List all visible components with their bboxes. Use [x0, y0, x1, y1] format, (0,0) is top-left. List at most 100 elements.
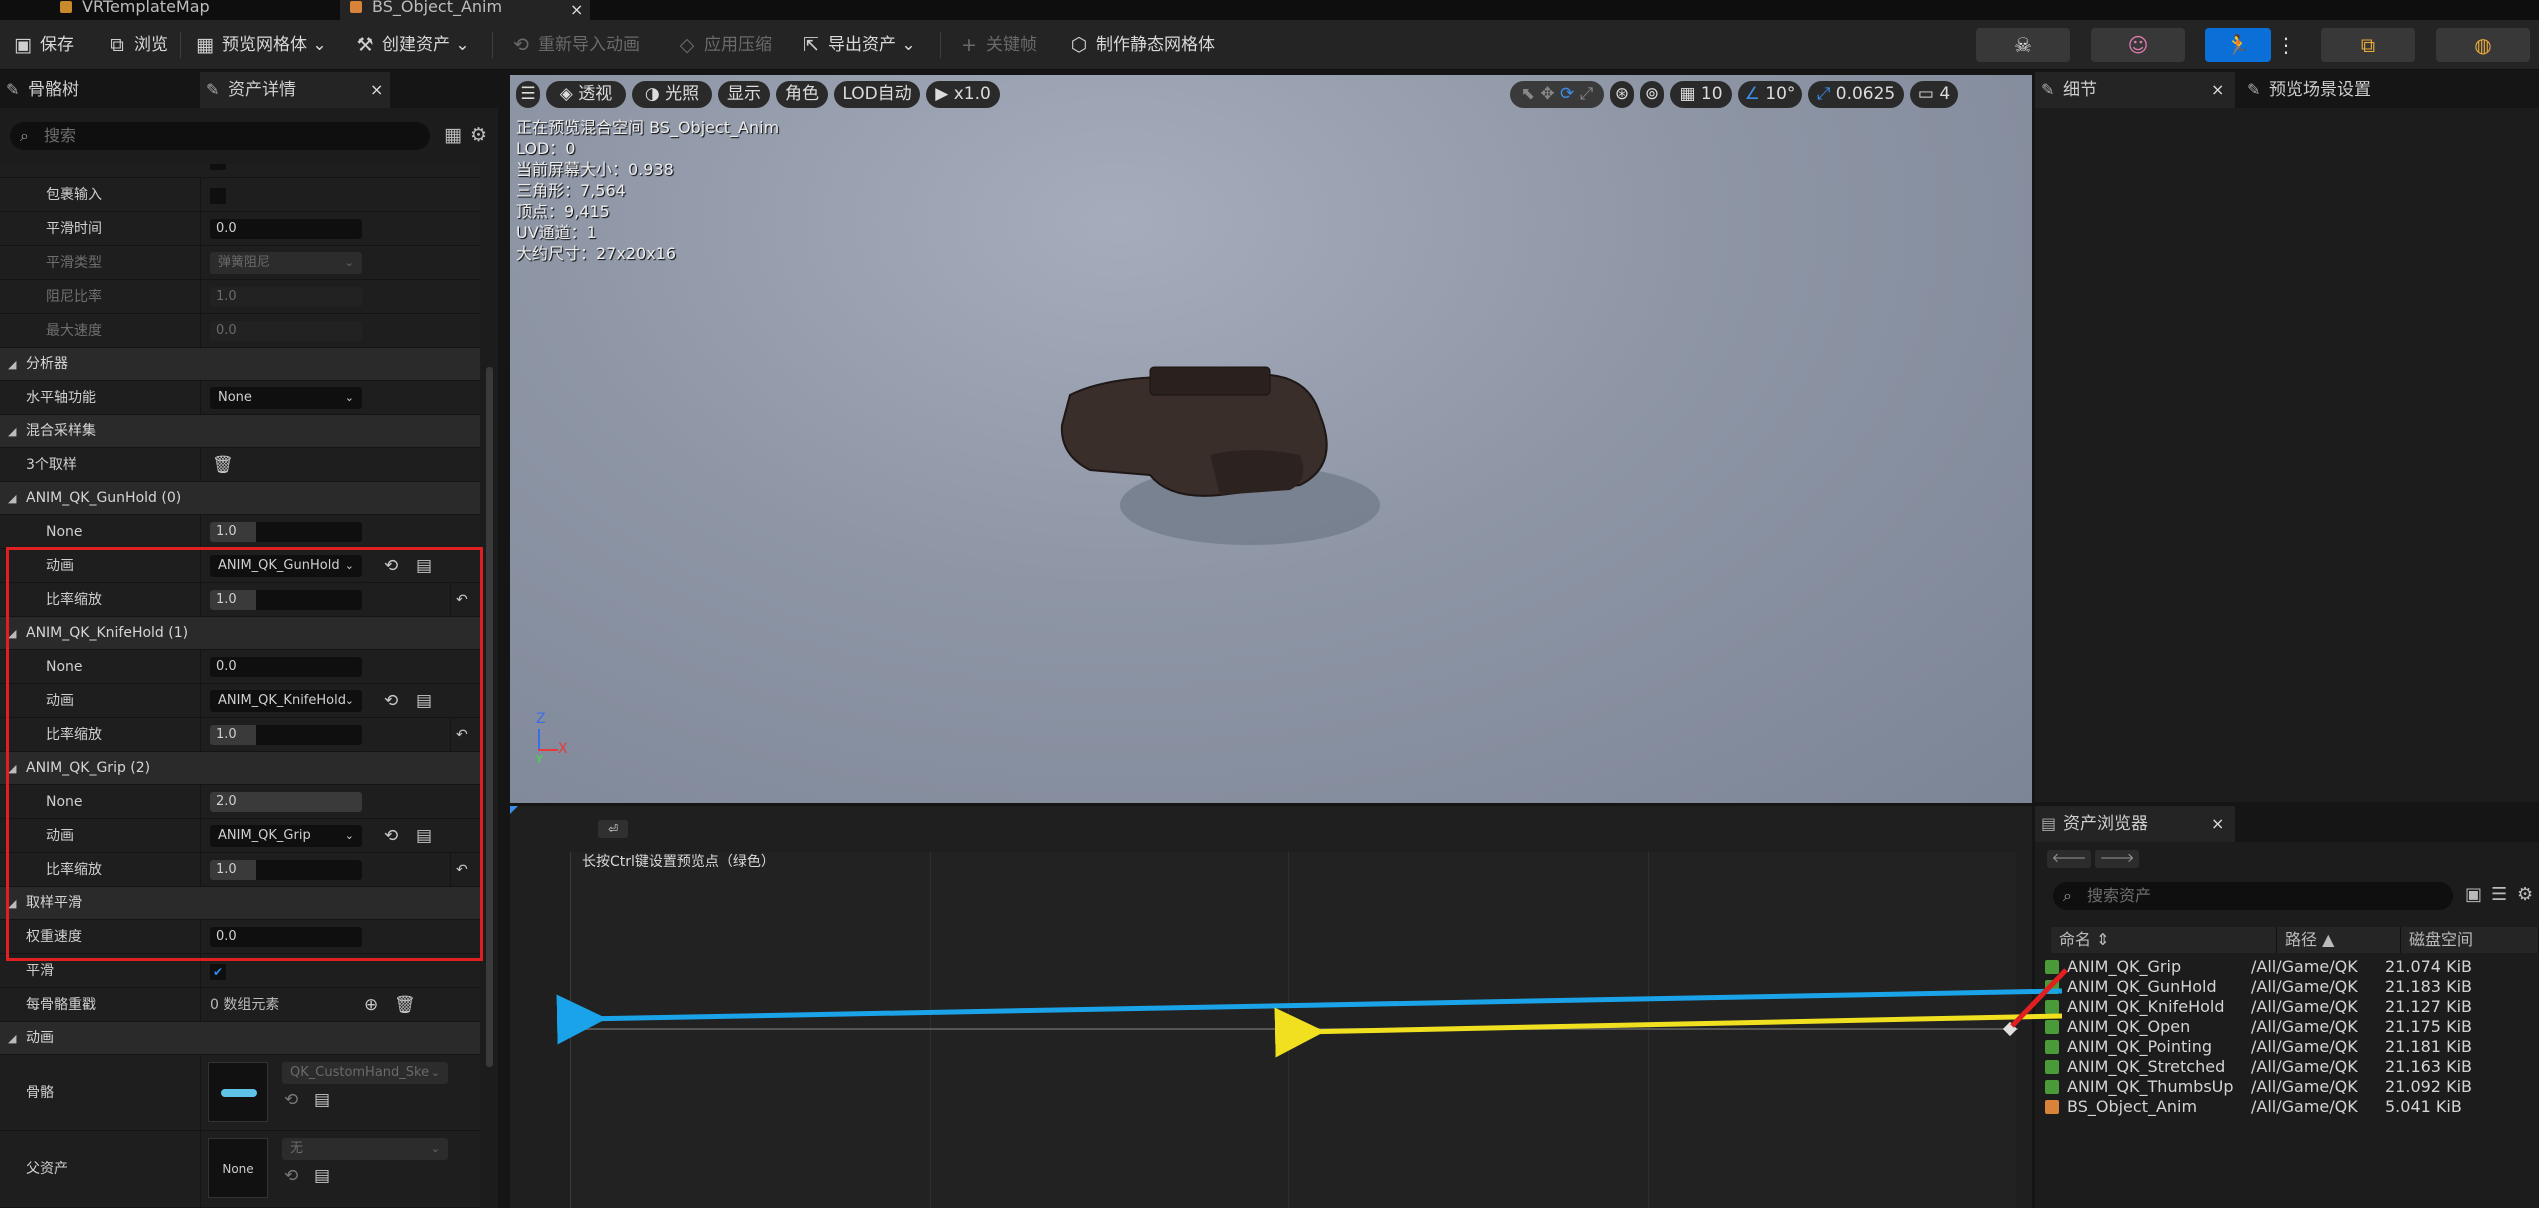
chevron-down-icon: ⌄ — [450, 35, 470, 55]
tab-skeleton-tree[interactable]: ✎ 骨骼树 — [0, 72, 190, 108]
asset-row[interactable]: ANIM_QK_Pointing/All/Game/QK 21.181 KiB — [2045, 1037, 2539, 1057]
keyframe-button[interactable]: + 关键帧 — [956, 30, 1037, 60]
tab-bs-object-anim[interactable]: BS_Object_Anim — [340, 0, 590, 20]
max-speed-field[interactable]: 0.0 — [210, 321, 362, 341]
glove-mesh — [1060, 366, 1380, 545]
trash-icon[interactable]: 🗑 — [212, 448, 234, 482]
section-blend-samples[interactable]: ◢ 混合采样集 — [0, 415, 480, 448]
details-search-input[interactable]: ⌕ 搜索 — [10, 122, 430, 150]
history-back-button[interactable]: 🡐 — [2047, 850, 2091, 868]
use-selected-asset-icon[interactable]: ⟲ — [284, 1161, 298, 1191]
show-button[interactable]: 显示 — [718, 81, 770, 108]
rotate-tool-icon[interactable]: ⟳ — [1560, 84, 1580, 104]
right-details-panel: ✎ 细节 × ✎ 预览场景设置 — [2035, 72, 2539, 802]
history-forward-button[interactable]: 🡒 — [2095, 850, 2139, 868]
smoothing-time-field[interactable]: 0.0 — [210, 219, 362, 239]
playback-speed-button[interactable]: ▶ x1.0 — [926, 81, 1000, 108]
tab-asset-details[interactable]: ✎ 资产详情 — [200, 72, 390, 108]
asset-search-input[interactable]: ⌕ 搜索资产 — [2053, 882, 2453, 910]
table-view-icon[interactable]: ▦ — [444, 124, 462, 146]
parent-asset-picker[interactable]: 无 ⌄ — [282, 1138, 448, 1160]
folder-icon[interactable]: ▣ — [2465, 884, 2482, 905]
mode-options-button[interactable]: ⋮ — [2272, 28, 2300, 62]
perspective-button[interactable]: ◈ 透视 — [546, 81, 626, 108]
reimport-button[interactable]: ⟲ 重新导入动画 — [508, 30, 640, 60]
column-name[interactable]: 命名 ⇕ — [2051, 927, 2277, 953]
column-path[interactable]: 路径 ▲ — [2277, 927, 2401, 953]
mesh-mode-button[interactable]: ☺ — [2091, 28, 2185, 62]
asset-row[interactable]: ANIM_QK_Stretched/All/Game/QK 21.163 KiB — [2045, 1057, 2539, 1077]
physics-icon: ◍ — [2474, 33, 2492, 57]
asset-row[interactable]: ANIM_QK_GunHold/All/Game/QK 21.183 KiB — [2045, 977, 2539, 997]
skeleton-mode-button[interactable]: ☠ — [1976, 28, 2070, 62]
browse-button[interactable]: ⧉ 浏览 — [104, 30, 168, 60]
smoothing-type-dropdown[interactable]: 弹簧阻尼 ⌄ — [210, 252, 362, 274]
angle-snap-button[interactable]: ∠ 10° — [1738, 81, 1802, 108]
asset-row[interactable]: ANIM_QK_Grip/All/Game/QK 21.074 KiB — [2045, 957, 2539, 977]
lod-button[interactable]: LOD自动 — [834, 81, 920, 108]
preview-mesh-button[interactable]: ▦ 预览网格体 ⌄ — [192, 30, 327, 60]
tab-details[interactable]: ✎ 细节 — [2035, 72, 2235, 108]
damping-ratio-field[interactable]: 1.0 — [210, 287, 362, 307]
tab-asset-browser[interactable]: ▤ 资产浏览器 — [2035, 806, 2235, 842]
apply-compression-button[interactable]: ◇ 应用压缩 — [674, 30, 772, 60]
checkbox[interactable] — [210, 164, 226, 170]
skeleton-picker[interactable]: QK_CustomHand_Ske ⌄ — [282, 1062, 448, 1084]
export-asset-button[interactable]: ⇱ 导出资产 ⌄ — [798, 30, 916, 60]
browse-icon: ⧉ — [110, 34, 124, 56]
asset-row[interactable]: ANIM_QK_KnifeHold/All/Game/QK 21.127 KiB — [2045, 997, 2539, 1017]
coordinate-space-button[interactable]: ⊛ — [1610, 81, 1634, 108]
smooth-checkbox[interactable]: ✔ — [210, 964, 226, 980]
horizontal-axis-dropdown[interactable]: None ⌄ — [210, 387, 362, 409]
select-tool-icon[interactable]: ⬉ — [1521, 84, 1541, 104]
grid-snap-button[interactable]: ▦ 10 — [1670, 81, 1732, 108]
browse-to-asset-icon[interactable]: ▤ — [314, 1161, 330, 1191]
surface-snap-button[interactable]: ⊚ — [1640, 81, 1664, 108]
details-scrollbar[interactable] — [486, 367, 493, 1067]
asset-row[interactable]: ANIM_QK_ThumbsUp/All/Game/QK 21.092 KiB — [2045, 1077, 2539, 1097]
sample-none-field[interactable]: 1.0 — [210, 522, 362, 542]
asset-row[interactable]: BS_Object_Anim/All/Game/QK 5.041 KiB — [2045, 1097, 2539, 1117]
character-button[interactable]: 角色 — [776, 81, 828, 108]
animation-mode-button[interactable]: 🏃 — [2205, 28, 2271, 62]
browse-to-asset-icon[interactable]: ▤ — [314, 1085, 330, 1115]
filter-icon[interactable]: ☰ — [2491, 884, 2507, 905]
create-asset-button[interactable]: ⚒ 创建资产 ⌄ — [352, 30, 470, 60]
highlight-box-samples — [6, 547, 483, 961]
viewport-menu-button[interactable]: ☰ — [516, 81, 540, 108]
graph-back-button[interactable]: ⏎ — [598, 820, 628, 838]
camera-speed-button[interactable]: ▭ 4 — [1910, 81, 1958, 108]
save-button[interactable]: ▣ 保存 — [10, 30, 74, 60]
asset-path: /All/Game/QK — [2251, 1077, 2358, 1096]
close-tab-icon[interactable]: × — [370, 80, 383, 99]
blueprint-mode-button[interactable]: ⧉ — [2321, 28, 2415, 62]
close-tab-icon[interactable]: × — [2211, 80, 2224, 99]
parent-thumbnail[interactable]: None — [208, 1138, 268, 1198]
section-animation[interactable]: ◢ 动画 — [0, 1022, 480, 1055]
asset-row[interactable]: ANIM_QK_Open/All/Game/QK 21.175 KiB — [2045, 1017, 2539, 1037]
add-element-icon[interactable]: ⊕ — [364, 988, 378, 1022]
use-selected-asset-icon[interactable]: ⟲ — [284, 1085, 298, 1115]
skeleton-thumbnail[interactable] — [208, 1062, 268, 1122]
tab-preview-scene[interactable]: ✎ 预览场景设置 — [2241, 72, 2481, 108]
settings-gear-icon[interactable]: ⚙ — [470, 124, 487, 146]
scale-snap-button[interactable]: ⤢ 0.0625 — [1808, 81, 1904, 108]
close-tab-icon[interactable]: × — [2211, 814, 2224, 833]
column-size[interactable]: 磁盘空间 — [2401, 927, 2539, 953]
physics-mode-button[interactable]: ◍ — [2436, 28, 2530, 62]
trash-icon[interactable]: 🗑 — [394, 988, 416, 1022]
include-input-checkbox[interactable] — [210, 188, 226, 204]
blendspace-graph[interactable]: ⏎ 长按Ctrl键设置预览点（绿色） — [510, 806, 2032, 1208]
clipped-row — [0, 164, 480, 178]
blueprint-icon: ⧉ — [2360, 33, 2376, 57]
make-static-mesh-button[interactable]: ⬡ 制作静态网格体 — [1066, 30, 1215, 60]
lighting-button[interactable]: ◑ 光照 — [632, 81, 712, 108]
sample-header[interactable]: ◢ ANIM_QK_GunHold (0) — [0, 482, 480, 515]
preview-viewport[interactable]: ☰ ◈ 透视 ◑ 光照 显示 角色 LOD自动 ▶ x1.0 ⬉ ✥ ⟳ ⤢ ⊛… — [510, 75, 2032, 803]
scale-tool-icon[interactable]: ⤢ — [1580, 84, 1594, 104]
move-tool-icon[interactable]: ✥ — [1540, 84, 1560, 104]
close-tab-icon[interactable]: × — [570, 0, 583, 19]
tab-vrtemplatemap[interactable]: VRTemplateMap — [50, 0, 320, 20]
section-analysis[interactable]: ◢ 分析器 — [0, 348, 480, 381]
settings-gear-icon[interactable]: ⚙ — [2517, 884, 2533, 905]
